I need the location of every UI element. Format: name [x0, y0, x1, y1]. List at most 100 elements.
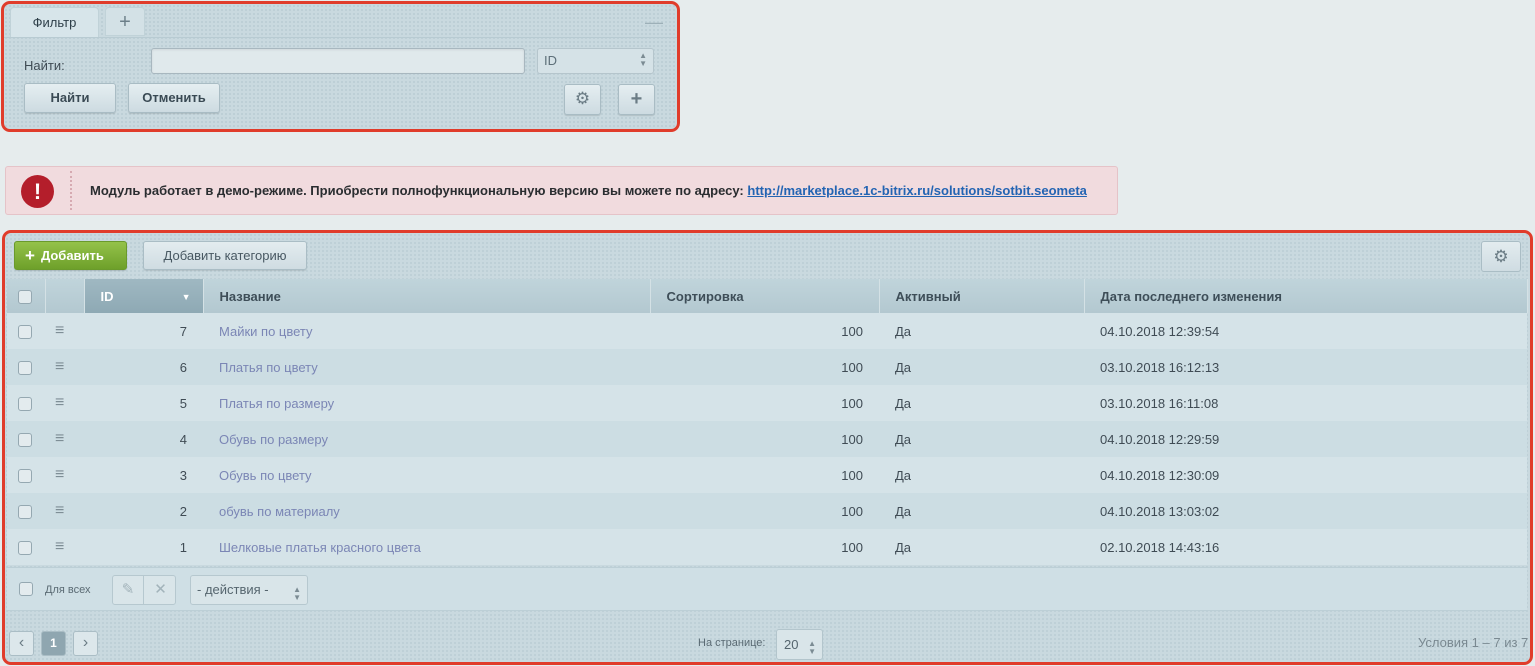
column-header-id[interactable]: ID ▼ — [84, 279, 204, 313]
row-date: 04.10.2018 12:30:09 — [1084, 457, 1527, 493]
for-all-checkbox[interactable] — [19, 582, 33, 596]
search-field-select[interactable]: ID ▲ ▼ — [537, 48, 654, 74]
chevron-left-icon: ‹ — [18, 634, 25, 651]
current-page[interactable]: 1 — [41, 631, 66, 656]
gear-icon: ⚙ — [1493, 247, 1509, 266]
row-name-link[interactable]: Платья по размеру — [219, 396, 334, 411]
plus-icon: + — [119, 11, 131, 33]
find-button[interactable]: Найти — [24, 83, 116, 113]
select-all-checkbox[interactable] — [18, 289, 32, 304]
row-name-link[interactable]: Майки по цвету — [219, 324, 313, 339]
total-count: Условия 1 – 7 из 7 — [1418, 635, 1529, 650]
column-header-active[interactable]: Активный — [879, 279, 1085, 313]
notice-text: Модуль работает в демо-режиме. Приобрест… — [90, 183, 1087, 198]
row-name-link[interactable]: обувь по материалу — [219, 504, 340, 519]
row-checkbox[interactable] — [18, 540, 32, 555]
column-header-sort[interactable]: Сортировка — [650, 279, 880, 313]
table-row[interactable]: ≡ 5 Платья по размеру 100 Да 03.10.2018 … — [7, 385, 1527, 421]
add-button-label: Добавить — [40, 248, 104, 263]
group-actions-bar: Для всех ✎ ✕ - действия - ▲ ▼ — [7, 567, 1527, 611]
row-date: 04.10.2018 12:39:54 — [1084, 313, 1527, 349]
row-date: 02.10.2018 14:43:16 — [1084, 529, 1527, 565]
row-id: 6 — [84, 349, 203, 385]
filter-panel: Фильтр + — Найти: ID ▲ ▼ Найти Отменить ⚙… — [4, 4, 677, 129]
table-row[interactable]: ≡ 6 Платья по цвету 100 Да 03.10.2018 16… — [7, 349, 1527, 385]
row-name-link[interactable]: Шелковые платья красного цвета — [219, 540, 421, 555]
prev-page-button[interactable]: ‹ — [9, 631, 34, 656]
collapse-icon[interactable]: — — [645, 12, 663, 32]
row-checkbox[interactable] — [18, 468, 32, 483]
row-active: Да — [879, 529, 1084, 565]
tab-filter[interactable]: Фильтр — [10, 7, 99, 38]
filter-tabs: Фильтр + — — [4, 4, 677, 38]
next-page-button[interactable]: › — [73, 631, 98, 656]
grid-settings-button[interactable]: ⚙ — [1481, 241, 1521, 272]
filter-settings-button[interactable]: ⚙ — [564, 84, 601, 115]
menu-icon[interactable]: ≡ — [55, 539, 64, 555]
menu-icon[interactable]: ≡ — [55, 431, 64, 447]
row-sort: 100 — [650, 493, 879, 529]
row-sort: 100 — [650, 457, 879, 493]
menu-icon[interactable]: ≡ — [55, 323, 64, 339]
column-header-date[interactable]: Дата последнего изменения — [1084, 279, 1528, 313]
table-row[interactable]: ≡ 1 Шелковые платья красного цвета 100 Д… — [7, 529, 1527, 565]
row-id: 4 — [84, 421, 203, 457]
row-checkbox[interactable] — [18, 504, 32, 519]
table-header: ID ▼ Название Сортировка Активный Дата по… — [7, 279, 1528, 313]
row-date: 03.10.2018 16:11:08 — [1084, 385, 1527, 421]
row-checkbox[interactable] — [18, 360, 32, 375]
select-spinner-icon: ▲ ▼ — [293, 585, 301, 602]
add-button[interactable]: + Добавить — [14, 241, 127, 270]
add-filter-field-button[interactable]: + — [618, 84, 655, 115]
row-active: Да — [879, 457, 1084, 493]
plus-icon: + — [630, 88, 643, 110]
select-spinner-icon: ▲ ▼ — [808, 639, 816, 656]
add-filter-tab-button[interactable]: + — [105, 7, 145, 36]
row-checkbox[interactable] — [18, 432, 32, 447]
row-checkbox[interactable] — [18, 396, 32, 411]
table-row[interactable]: ≡ 4 Обувь по размеру 100 Да 04.10.2018 1… — [7, 421, 1527, 457]
sort-desc-icon: ▼ — [181, 292, 191, 302]
row-date: 03.10.2018 16:12:13 — [1084, 349, 1527, 385]
add-category-button[interactable]: Добавить категорию — [143, 241, 307, 270]
actions-column-header — [45, 279, 85, 313]
demo-mode-notice: ! Модуль работает в демо-режиме. Приобре… — [5, 166, 1118, 215]
menu-icon[interactable]: ≡ — [55, 395, 64, 411]
row-id: 2 — [84, 493, 203, 529]
row-id: 1 — [84, 529, 203, 565]
table-row[interactable]: ≡ 7 Майки по цвету 100 Да 04.10.2018 12:… — [7, 313, 1527, 349]
close-icon[interactable]: ✕ — [145, 576, 176, 604]
menu-icon[interactable]: ≡ — [55, 359, 64, 375]
table-row[interactable]: ≡ 2 обувь по материалу 100 Да 04.10.2018… — [7, 493, 1527, 529]
row-date: 04.10.2018 12:29:59 — [1084, 421, 1527, 457]
column-label: ID — [100, 288, 114, 304]
row-id: 7 — [84, 313, 203, 349]
row-active: Да — [879, 385, 1084, 421]
column-header-name[interactable]: Название — [203, 279, 651, 313]
menu-icon[interactable]: ≡ — [55, 503, 64, 519]
find-label: Найти: — [24, 58, 65, 73]
edit-delete-group: ✎ ✕ — [112, 575, 176, 605]
select-all-cell — [7, 279, 46, 313]
search-field-value: ID — [544, 53, 557, 68]
marketplace-link[interactable]: http://marketplace.1c-bitrix.ru/solution… — [747, 183, 1087, 198]
per-page-label: На странице: — [698, 637, 766, 649]
row-sort: 100 — [650, 349, 879, 385]
notice-message: Модуль работает в демо-режиме. Приобрест… — [90, 183, 748, 198]
data-table: ID ▼ Название Сортировка Активный Дата по… — [7, 279, 1528, 565]
table-row[interactable]: ≡ 3 Обувь по цвету 100 Да 04.10.2018 12:… — [7, 457, 1527, 493]
actions-select-value: - действия - — [197, 582, 269, 597]
search-input[interactable] — [151, 48, 525, 74]
row-name-link[interactable]: Обувь по цвету — [219, 468, 312, 483]
row-active: Да — [879, 493, 1084, 529]
cancel-button[interactable]: Отменить — [128, 83, 220, 113]
row-name-link[interactable]: Обувь по размеру — [219, 432, 328, 447]
per-page-select[interactable]: 20 ▲ ▼ — [776, 629, 823, 660]
for-all-label: Для всех — [45, 584, 91, 596]
row-name-link[interactable]: Платья по цвету — [219, 360, 318, 375]
actions-select[interactable]: - действия - ▲ ▼ — [190, 575, 308, 605]
gear-icon: ⚙ — [574, 89, 591, 108]
menu-icon[interactable]: ≡ — [55, 467, 64, 483]
row-checkbox[interactable] — [18, 324, 32, 339]
pencil-icon[interactable]: ✎ — [113, 576, 144, 604]
